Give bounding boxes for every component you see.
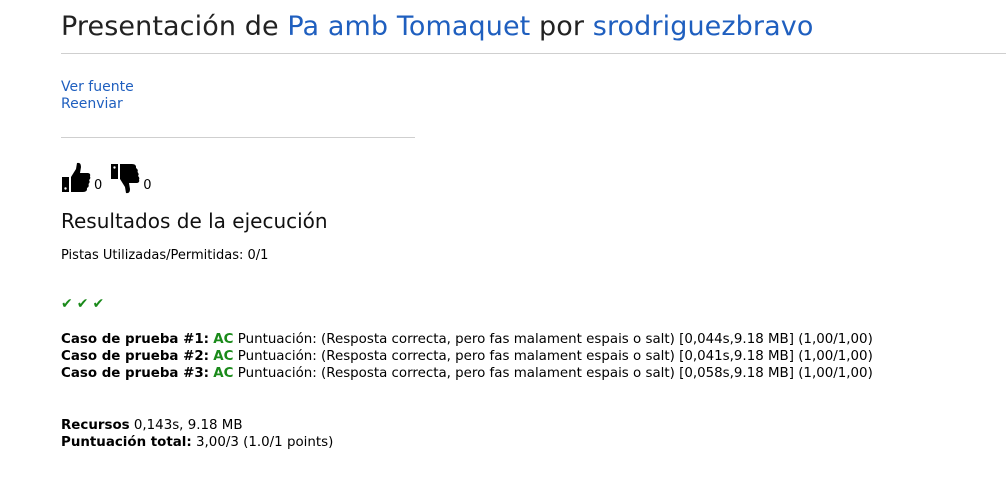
resources-line: Recursos 0,143s, 9.18 MB xyxy=(61,417,333,434)
check-icon: ✔ xyxy=(61,296,73,312)
resources-value: 0,143s, 9.18 MB xyxy=(133,418,243,433)
title-prefix: Presentación de xyxy=(61,11,279,42)
case-label: Caso de prueba #3: xyxy=(61,366,210,381)
check-icon: ✔ xyxy=(92,296,105,312)
upvote-count: 0 xyxy=(94,178,103,193)
check-icon: ✔ xyxy=(76,296,89,312)
test-case-row: Caso de prueba #1: AC Puntuación: (Respo… xyxy=(61,331,873,348)
hints-value: 0/1 xyxy=(247,248,269,263)
actions-divider xyxy=(61,137,415,138)
downvote: 0 xyxy=(110,162,152,194)
user-link[interactable]: srodriguezbravo xyxy=(593,11,814,42)
test-checks: ✔ ✔ ✔ xyxy=(61,296,104,312)
total-score-value: 3,00/3 (1.0/1 points) xyxy=(196,435,334,450)
resubmit-link[interactable]: Reenviar xyxy=(61,96,134,113)
upvote: 0 xyxy=(61,162,102,194)
thumbs-down-icon[interactable] xyxy=(110,162,140,194)
action-links: Ver fuente Reenviar xyxy=(61,79,134,113)
results-heading: Resultados de la ejecución xyxy=(61,209,328,233)
page-title: Presentación de Pa amb Tomaquet por srod… xyxy=(61,11,813,42)
hints-label: Pistas Utilizadas/Permitidas: xyxy=(61,248,244,263)
vote-bar: 0 0 xyxy=(61,160,160,194)
case-detail: Puntuación: (Resposta correcta, pero fas… xyxy=(237,366,873,381)
case-detail: Puntuación: (Resposta correcta, pero fas… xyxy=(237,349,873,364)
title-divider xyxy=(61,53,1006,54)
downvote-count: 0 xyxy=(143,178,152,193)
hints-line: Pistas Utilizadas/Permitidas: 0/1 xyxy=(61,248,268,263)
resources-label: Recursos xyxy=(61,418,130,433)
problem-link[interactable]: Pa amb Tomaquet xyxy=(287,11,530,42)
test-cases: Caso de prueba #1: AC Puntuación: (Respo… xyxy=(61,331,873,382)
case-label: Caso de prueba #2: xyxy=(61,349,210,364)
view-source-link[interactable]: Ver fuente xyxy=(61,79,134,96)
case-label: Caso de prueba #1: xyxy=(61,332,210,347)
result-summary: Recursos 0,143s, 9.18 MB Puntuación tota… xyxy=(61,417,333,451)
case-status: AC xyxy=(213,332,234,347)
total-score-label: Puntuación total: xyxy=(61,435,192,450)
title-por: por xyxy=(539,11,585,42)
case-status: AC xyxy=(213,349,234,364)
thumbs-up-icon[interactable] xyxy=(61,162,91,194)
test-case-row: Caso de prueba #3: AC Puntuación: (Respo… xyxy=(61,365,873,382)
total-score-line: Puntuación total: 3,00/3 (1.0/1 points) xyxy=(61,434,333,451)
case-detail: Puntuación: (Resposta correcta, pero fas… xyxy=(237,332,873,347)
case-status: AC xyxy=(213,366,234,381)
test-case-row: Caso de prueba #2: AC Puntuación: (Respo… xyxy=(61,348,873,365)
